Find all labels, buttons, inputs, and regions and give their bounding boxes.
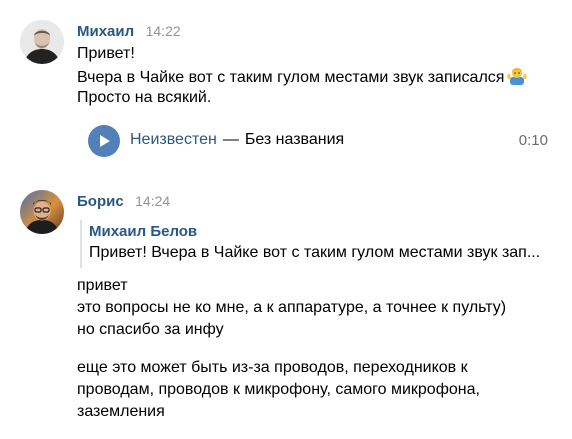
message-text-line: еще это может быть из-за проводов, перех… <box>77 359 468 376</box>
reply-text: Привет! Вчера в Чайке вот с таким гулом … <box>89 244 541 261</box>
message-text-line: это вопросы не ко мне, а к аппаратуре, а… <box>77 299 507 316</box>
person-shrugging-emoji <box>507 65 527 92</box>
message-text: Вчера в Чайке вот с таким гулом местами … <box>77 69 505 86</box>
message-time[interactable]: 14:22 <box>146 23 181 39</box>
author-name[interactable]: Михаил <box>77 23 134 40</box>
audio-separator: — <box>222 131 239 148</box>
audio-attachment[interactable]: Неизвестен — Без названия 0:10 <box>88 124 548 158</box>
audio-track-info: Неизвестен — Без названия <box>130 131 344 149</box>
message-header: Михаил 14:22 <box>77 23 181 41</box>
audio-title: Без названия <box>244 131 345 148</box>
message-text-line: Привет! <box>77 45 135 62</box>
reply-author[interactable]: Михаил Белов <box>89 223 197 240</box>
message-text-line: но спасибо за инфу <box>77 321 224 338</box>
message-text-line: Просто на всякий. <box>77 89 212 106</box>
play-icon <box>100 135 110 147</box>
message-header: Борис 14:24 <box>77 193 170 211</box>
reply-quote[interactable]: Михаил Белов Привет! Вчера в Чайке вот с… <box>80 220 564 268</box>
message-text-line: заземления <box>77 403 165 420</box>
message-time[interactable]: 14:24 <box>135 193 170 209</box>
audio-duration: 0:10 <box>518 132 548 149</box>
avatar[interactable] <box>20 20 64 64</box>
author-name[interactable]: Борис <box>77 193 124 210</box>
avatar[interactable] <box>20 190 64 234</box>
audio-artist[interactable]: Неизвестен <box>130 131 217 148</box>
message-text-line: привет <box>77 277 128 294</box>
play-button[interactable] <box>88 125 120 157</box>
chat-history: Михаил 14:22 Привет! Вчера в Чайке вот с… <box>0 0 572 439</box>
message-text-line: проводам, проводов к микрофону, самого м… <box>77 381 480 398</box>
